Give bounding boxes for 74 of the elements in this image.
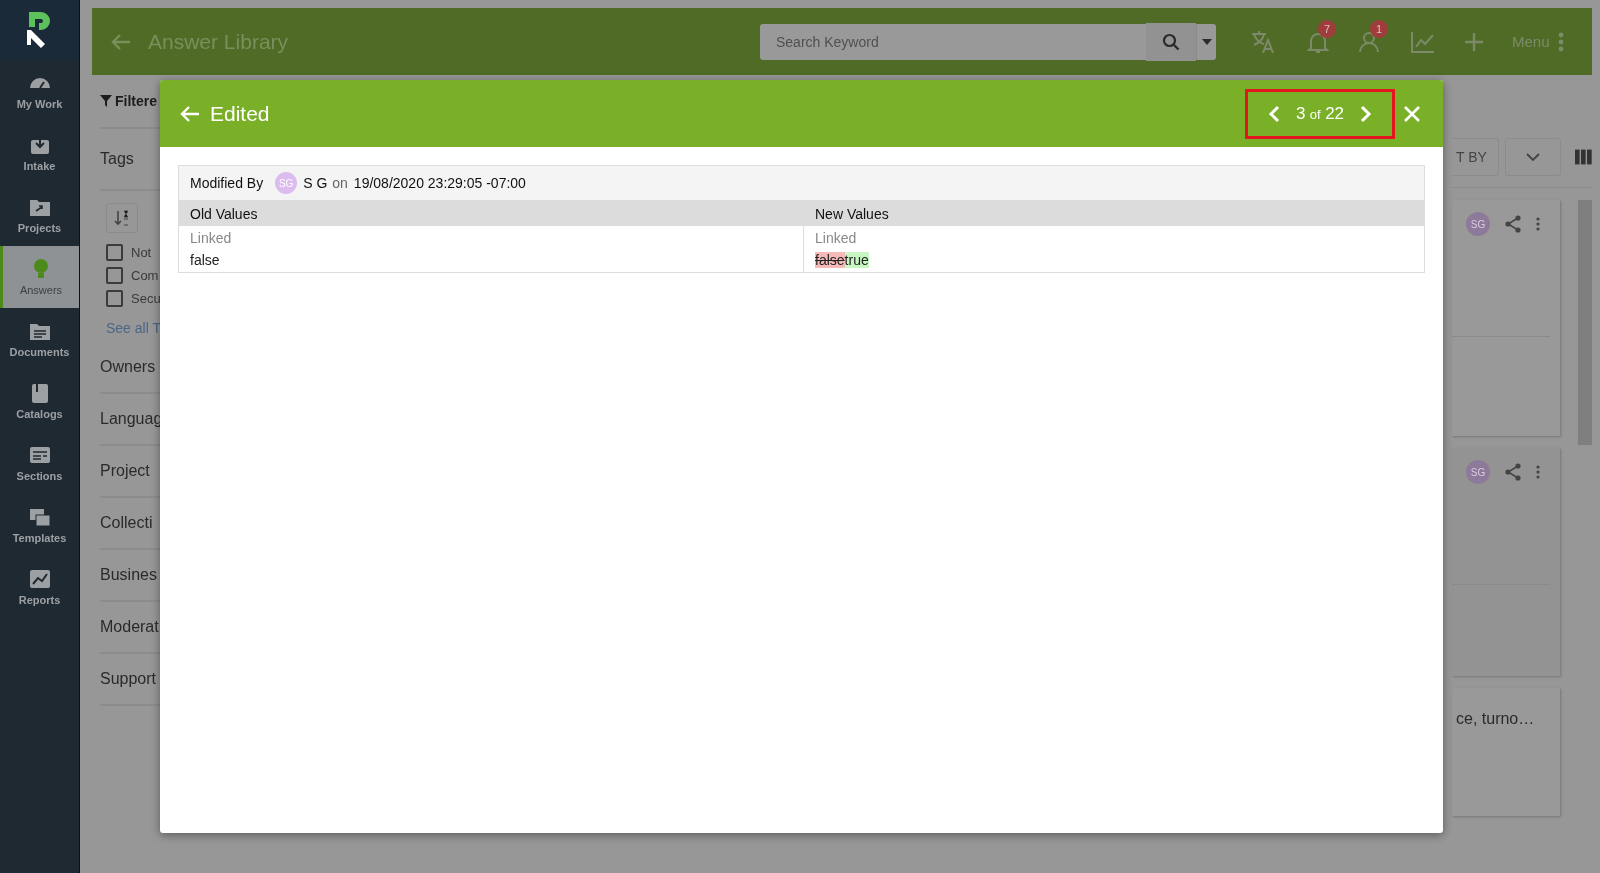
chart-icon [27,568,52,590]
avatar: SG [275,172,298,194]
stacked-windows-icon [27,506,52,528]
dialog-title: Edited [210,101,271,126]
sidebar-item[interactable]: My Work [0,60,79,122]
share-icon[interactable] [1504,463,1522,481]
column-header: Old Values [179,201,803,226]
answer-card[interactable]: SG [1452,200,1561,436]
section-heading[interactable]: Owners [100,358,156,376]
back-arrow-icon[interactable] [180,104,200,123]
sidebar-item[interactable]: Catalogs [0,370,79,432]
filter-label: Filtere [115,93,157,109]
sidebar-item[interactable]: Templates [0,494,79,556]
answer-card[interactable]: SG [1452,448,1561,676]
checkbox-label: Not [131,245,152,260]
removed-text: false [815,252,845,268]
section-heading[interactable]: Busines [100,566,157,584]
timestamp: 19/08/2020 23:29:05 -07:00 [353,175,526,191]
dropdown-button[interactable] [1196,23,1216,60]
avatar: SG [1466,460,1490,484]
sort-button[interactable] [106,203,138,233]
request-badge: 1 [1370,19,1388,38]
column-header: New Values [804,201,1424,226]
answer-text: ce, turno… [1456,710,1535,727]
search-field[interactable]: Search Keyword [760,23,1146,60]
sidebar-item[interactable]: Documents [0,308,79,370]
more-icon[interactable] [1536,217,1540,231]
search-icon [1162,32,1180,51]
sidebar-item[interactable]: Answers [0,246,79,308]
avatar: SG [1466,212,1490,236]
more-icon [1557,31,1564,52]
added-text: true [844,252,869,268]
field-value: false [190,252,220,268]
close-icon[interactable] [1403,104,1421,123]
sidebar-item[interactable]: Projects [0,184,79,246]
checkbox-label: Secu [131,291,161,306]
more-icon[interactable] [1536,465,1540,479]
sort-by-button[interactable]: T BY [1452,138,1499,176]
plus-icon[interactable] [1464,31,1484,52]
section-heading[interactable]: Languag [100,410,163,428]
on-label: on [332,175,348,191]
line-chart-icon[interactable] [1410,29,1436,54]
previous-icon[interactable] [1267,104,1280,123]
logo-icon[interactable] [0,0,79,60]
scrollbar[interactable] [1578,200,1592,445]
section-heading[interactable]: Moderat [100,618,159,636]
section-heading[interactable]: Tags [100,150,134,168]
panel-icon [27,444,52,466]
checkbox[interactable] [106,290,123,307]
answer-card[interactable]: ce, turno… [1452,688,1561,816]
field-name: Linked [190,230,232,246]
columns-icon[interactable] [1575,149,1592,165]
page-counter: 3 of 22 [1295,103,1345,124]
search-button[interactable] [1146,22,1196,61]
back-arrow-icon[interactable] [110,31,132,52]
notification-badge: 7 [1318,19,1336,38]
user-name: S G [303,175,328,191]
section-heading[interactable]: Project [100,462,150,480]
next-icon[interactable] [1360,104,1373,123]
caret-icon [1201,38,1212,45]
sidebar-item[interactable]: Sections [0,432,79,494]
modified-by-label: Modified By [190,175,264,191]
share-icon[interactable] [1504,215,1522,233]
checkbox[interactable] [106,244,123,261]
field-name: Linked [815,230,857,246]
filter-icon [100,95,112,107]
sort-icon [114,210,130,226]
section-heading[interactable]: Collecti [100,514,153,532]
checkbox-label: Com [131,268,159,283]
sidebar-item[interactable]: Intake [0,122,79,184]
section-heading[interactable]: Support [100,670,157,688]
checkbox[interactable] [106,267,123,284]
sidebar-item[interactable]: Reports [0,556,79,618]
chevron-icon [1526,153,1540,161]
